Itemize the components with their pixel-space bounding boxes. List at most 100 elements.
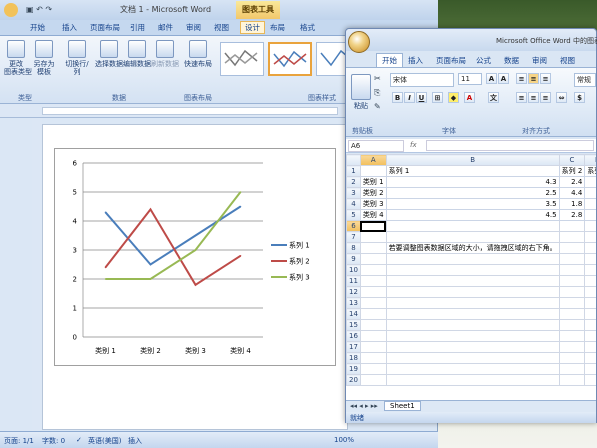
cell[interactable]: 4.4 [558,187,586,199]
cell[interactable] [558,352,586,364]
refresh-data-button[interactable]: 刷新数据 [150,40,180,68]
row-header[interactable]: 7 [346,231,361,243]
cell[interactable] [584,330,596,342]
row-header[interactable]: 4 [346,198,361,210]
select-data-button[interactable]: 选择数据 [94,40,124,68]
row-header[interactable]: 9 [346,253,361,265]
cell[interactable] [359,363,387,375]
wen-icon[interactable]: 文 [488,92,499,103]
switch-row-column-button[interactable]: 切换行/列 [62,40,92,76]
cell[interactable]: 2.4 [558,176,586,188]
cell[interactable] [558,242,586,254]
embedded-chart[interactable]: 0 1 2 3 4 5 6 类别 1 类别 2 类别 3 类别 4 系列 1 系列 2 系列 3 [54,148,336,366]
edit-data-button[interactable]: 编辑数据 [122,40,152,68]
tab-mailings[interactable]: 邮件 [158,22,173,33]
row-header[interactable]: 1 [346,165,361,177]
cell[interactable] [584,363,596,375]
cell[interactable]: 若要调整图表数据区域的大小，请拖拽区域的右下角。 [385,242,560,254]
fx-icon[interactable]: fx [410,141,417,149]
tab-layout[interactable]: 布局 [270,22,285,33]
tab-insert[interactable]: 插入 [62,22,77,33]
xl-tab-page-layout[interactable]: 页面布局 [436,55,466,66]
cell[interactable] [558,319,586,331]
cell[interactable] [584,253,596,265]
grow-font-icon[interactable]: A [486,73,497,84]
xl-tab-insert[interactable]: 插入 [408,55,423,66]
format-painter-icon[interactable]: ✎ [374,102,381,111]
row-header[interactable]: 14 [346,308,361,320]
cell[interactable] [359,319,387,331]
cell[interactable] [359,341,387,353]
cell[interactable] [558,275,586,287]
tab-references[interactable]: 引用 [130,22,145,33]
align-bottom-icon[interactable]: ≡ [540,73,551,84]
cell[interactable] [359,308,387,320]
status-page[interactable]: 页面: 1/1 [4,436,34,446]
cell[interactable] [558,264,586,276]
cell[interactable]: 类别 4 [359,209,387,221]
cell[interactable] [385,374,560,386]
cell[interactable] [385,286,560,298]
quick-layout-button[interactable]: 快速布局 [184,40,212,68]
cell[interactable] [359,231,387,243]
underline-icon[interactable]: U [416,92,427,103]
cell[interactable] [359,286,387,298]
align-middle-icon[interactable]: ≡ [528,73,539,84]
cell[interactable] [385,308,560,320]
row-header[interactable]: 11 [346,275,361,287]
cell[interactable] [584,220,596,232]
row-header[interactable]: 16 [346,330,361,342]
column-header[interactable]: B [385,154,560,166]
cell[interactable] [385,220,560,232]
row-header[interactable]: 8 [346,242,361,254]
row-header[interactable]: 15 [346,319,361,331]
cell[interactable] [558,297,586,309]
xl-tab-home[interactable]: 开始 [376,53,403,67]
merge-icon[interactable]: ⇔ [556,92,567,103]
office-button-icon[interactable] [4,3,18,17]
cell[interactable] [558,374,586,386]
name-box[interactable]: A6 [348,140,404,152]
border-icon[interactable]: ⊞ [432,92,443,103]
chart-style-2[interactable] [268,42,312,76]
spreadsheet-grid[interactable]: ABCDEF 1系列 1系列 2系列 32类别 14.32.423类别 22.5… [346,154,596,400]
cell[interactable] [584,308,596,320]
xl-tab-view[interactable]: 视图 [560,55,575,66]
cell[interactable] [385,341,560,353]
paste-button[interactable]: 粘贴 [350,74,372,110]
number-format-select[interactable]: 常规 [574,73,596,87]
tab-design[interactable]: 设计 [240,21,265,34]
formula-input[interactable] [426,140,594,151]
cell[interactable]: 3.5 [385,198,560,210]
tab-home[interactable]: 开始 [30,22,45,33]
cell[interactable] [385,363,560,375]
cell[interactable] [558,286,586,298]
cell[interactable] [359,352,387,364]
cell[interactable]: 类别 3 [359,198,387,210]
cut-icon[interactable]: ✂ [374,74,381,83]
fill-color-icon[interactable]: ◆ [448,92,459,103]
cell[interactable] [385,253,560,265]
copy-icon[interactable]: ⎘ [374,88,380,98]
row-header[interactable]: 13 [346,297,361,309]
italic-icon[interactable]: I [404,92,415,103]
cell[interactable]: 5 [584,209,596,221]
row-header[interactable]: 12 [346,286,361,298]
cell[interactable] [359,275,387,287]
row-header[interactable]: 18 [346,352,361,364]
tab-view[interactable]: 视图 [214,22,229,33]
row-header[interactable]: 20 [346,374,361,386]
cell[interactable] [359,165,387,177]
quick-save-icon[interactable]: ▣ ↶ ↷ [26,5,52,14]
status-zoom[interactable]: 100% [334,436,354,444]
currency-icon[interactable]: $ [574,92,585,103]
cell[interactable] [558,363,586,375]
cell[interactable] [385,275,560,287]
align-top-icon[interactable]: ≡ [516,73,527,84]
cell[interactable]: 2.5 [385,187,560,199]
cell[interactable] [359,220,387,232]
cell[interactable]: 4.3 [385,176,560,188]
cell[interactable] [558,341,586,353]
row-header[interactable]: 5 [346,209,361,221]
cell[interactable] [584,319,596,331]
